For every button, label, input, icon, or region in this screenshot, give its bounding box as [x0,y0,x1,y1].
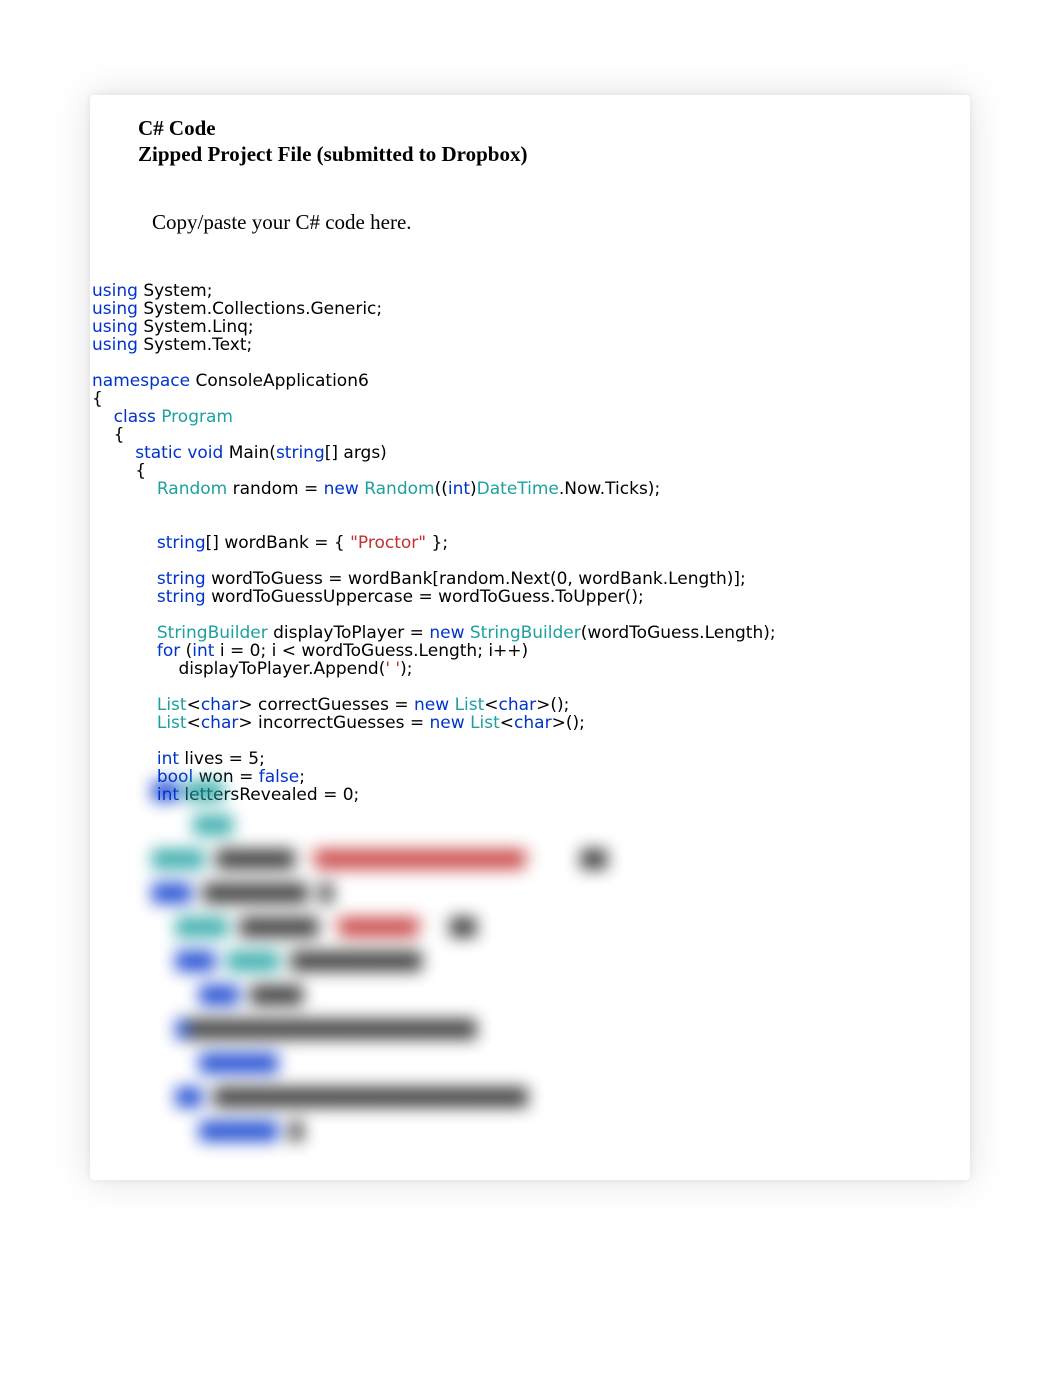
blurred-line: ███████████████████████ [152,1013,970,1047]
blurred-line: ███ ████ ██████████ [152,945,970,979]
blurred-line: ██ ███ [152,775,970,809]
code-line: using System.Text; [92,337,970,355]
blurred-content: ██ ███ ███████ ██████ "████████████████"… [90,765,970,1149]
code-line [92,499,970,517]
code-line: string[] wordBank = { "Proctor" }; [92,535,970,553]
heading-line-1: C# Code [90,115,970,141]
code-line: Random random = new Random((int)DateTime… [92,481,970,499]
code-line: class Program [92,409,970,427]
blurred-line: ██████ █ [152,1115,970,1149]
code-line: displayToPlayer.Append(' '); [92,661,970,679]
code-line: string wordToGuessUppercase = wordToGues… [92,589,970,607]
blurred-line: ████ ██████ "██████" ██ [152,911,970,945]
blurred-line: ███ ████ [152,979,970,1013]
code-line: List<char> incorrectGuesses = new List<c… [92,715,970,733]
heading-line-2: Zipped Project File (submitted to Dropbo… [90,141,970,167]
document-page: C# Code Zipped Project File (submitted t… [90,95,970,1180]
blurred-line: ████ ██████ "████████████████" ██ [152,843,970,877]
code-line: namespace ConsoleApplication6 [92,373,970,391]
instruction-text: Copy/paste your C# code here. [90,210,970,235]
code-block: using System;using System.Collections.Ge… [90,283,970,805]
blurred-line: ███ ████████ █ [152,877,970,911]
blurred-line: ██ ████████████████████████ [152,1081,970,1115]
blurred-preview-region: ██ ███ ███████ ██████ "████████████████"… [90,765,970,1180]
code-line: static void Main(string[] args) [92,445,970,463]
blurred-line: ██████ [152,1047,970,1081]
blurred-line: ███ [152,809,970,843]
